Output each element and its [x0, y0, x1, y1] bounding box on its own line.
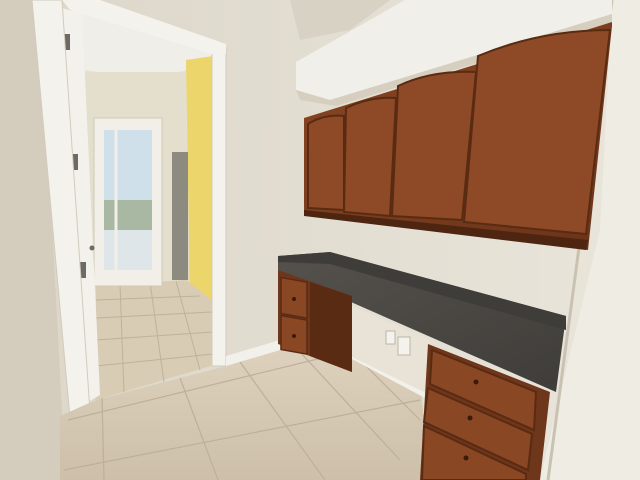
hall-side-opening [172, 152, 188, 280]
door-casing-right [211, 43, 227, 367]
cabinet-door-4 [462, 28, 612, 236]
cabinet-door-1 [307, 114, 345, 212]
left-drawer-knob-bottom [292, 334, 296, 338]
room-photo [0, 0, 640, 480]
right-drawer-knob-1 [473, 379, 479, 385]
electrical-outlet [397, 336, 411, 356]
data-jack [385, 330, 396, 345]
far-door-porch [104, 230, 152, 270]
door-knob [89, 245, 95, 251]
far-door-greenery [104, 200, 152, 230]
right-drawer-knob-2 [467, 415, 473, 421]
hallway-yellow-wall [186, 56, 213, 300]
cabinet-door-3 [390, 70, 478, 222]
cabinet-door-2 [342, 96, 398, 218]
left-drawer-knob-top [292, 297, 296, 301]
right-drawer-knob-3 [463, 455, 469, 461]
